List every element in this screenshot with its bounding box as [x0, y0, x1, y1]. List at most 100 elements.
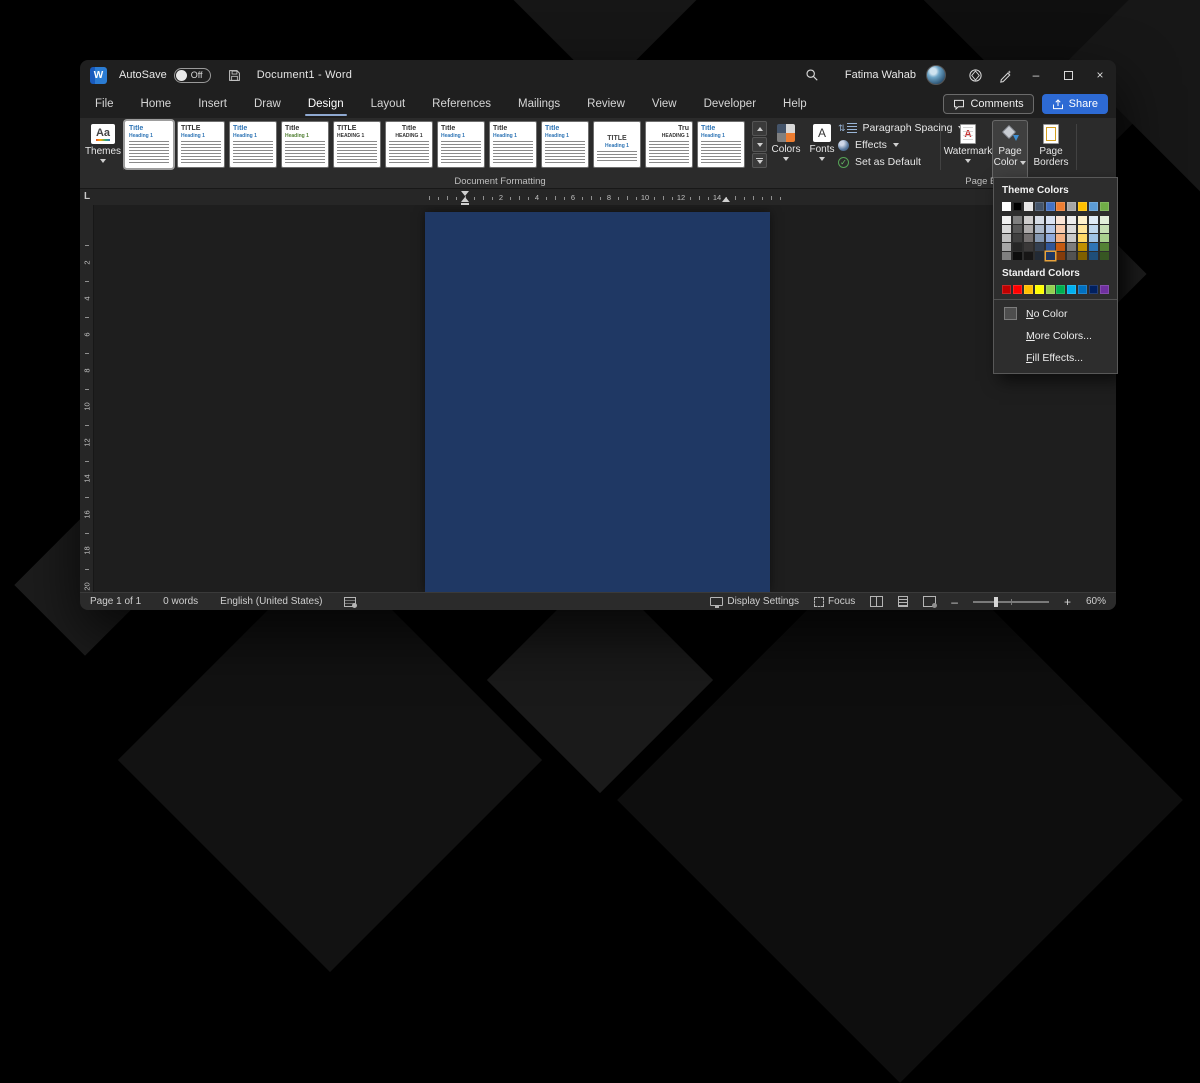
standard-color-swatch[interactable]	[1067, 285, 1076, 294]
style-set-thumbnail[interactable]: TitleHeading 1	[125, 121, 173, 168]
theme-variant-swatch[interactable]	[1067, 216, 1076, 224]
zoom-out-button[interactable]: –	[951, 595, 958, 609]
style-set-thumbnail[interactable]: TruHEADING 1	[645, 121, 693, 168]
comments-button[interactable]: Comments	[943, 94, 1033, 114]
theme-variant-swatch[interactable]	[1056, 252, 1065, 260]
theme-variant-swatch[interactable]	[1013, 243, 1022, 251]
theme-color-swatch[interactable]	[1024, 202, 1033, 211]
user-avatar[interactable]	[926, 65, 946, 85]
search-icon[interactable]	[797, 63, 827, 87]
theme-variant-swatch[interactable]	[1056, 216, 1065, 224]
document-canvas[interactable]: 2468101214161820	[80, 205, 1116, 592]
standard-color-swatch[interactable]	[1024, 285, 1033, 294]
tab-developer[interactable]: Developer	[703, 93, 757, 116]
theme-variant-swatch[interactable]	[1056, 243, 1065, 251]
style-set-thumbnail[interactable]: TITLEHeading 1	[593, 121, 641, 168]
theme-variant-swatch[interactable]	[1024, 216, 1033, 224]
style-set-thumbnail[interactable]: TitleHEADING 1	[385, 121, 433, 168]
theme-variant-swatch[interactable]	[1078, 225, 1087, 233]
theme-variant-swatch[interactable]	[1002, 252, 1011, 260]
standard-color-swatch[interactable]	[1002, 285, 1011, 294]
tab-view[interactable]: View	[651, 93, 678, 116]
theme-variant-swatch[interactable]	[1089, 234, 1098, 242]
theme-variant-swatch[interactable]	[1035, 234, 1044, 242]
theme-variant-swatch[interactable]	[1100, 216, 1109, 224]
theme-color-swatch[interactable]	[1078, 202, 1087, 211]
user-name[interactable]: Fatima Wahab	[845, 69, 916, 81]
theme-variant-swatch[interactable]	[1100, 252, 1109, 260]
style-set-thumbnail[interactable]: TITLEHeading 1	[177, 121, 225, 168]
theme-variant-swatch[interactable]	[1002, 234, 1011, 242]
rewards-icon[interactable]	[960, 63, 990, 87]
theme-variant-swatch[interactable]	[1024, 243, 1033, 251]
no-color-menu-item[interactable]: No Color	[994, 302, 1117, 325]
standard-color-swatch[interactable]	[1056, 285, 1065, 294]
theme-variant-swatch[interactable]	[1078, 243, 1087, 251]
gallery-more-button[interactable]	[752, 153, 767, 168]
close-button[interactable]: ×	[1084, 61, 1116, 89]
indent-marker-left[interactable]	[461, 191, 469, 206]
theme-variant-swatch[interactable]	[1056, 234, 1065, 242]
fill-effects-menu-item[interactable]: Fill Effects...	[994, 347, 1117, 369]
save-icon[interactable]	[223, 63, 247, 87]
theme-variant-swatch[interactable]	[1046, 243, 1055, 251]
theme-variant-swatch[interactable]	[1002, 216, 1011, 224]
theme-color-swatch[interactable]	[1046, 202, 1055, 211]
zoom-in-button[interactable]: +	[1064, 595, 1071, 609]
tab-file[interactable]: File	[94, 93, 115, 116]
theme-variant-swatch[interactable]	[1100, 234, 1109, 242]
page-borders-button[interactable]: PageBorders	[1030, 120, 1072, 180]
tab-layout[interactable]: Layout	[370, 93, 407, 116]
theme-variant-swatch[interactable]	[1067, 243, 1076, 251]
display-settings-button[interactable]: Display Settings	[710, 596, 799, 607]
theme-variant-swatch[interactable]	[1013, 216, 1022, 224]
theme-variant-swatch[interactable]	[1056, 225, 1065, 233]
tab-references[interactable]: References	[431, 93, 492, 116]
theme-variant-swatch[interactable]	[1024, 252, 1033, 260]
tab-review[interactable]: Review	[586, 93, 626, 116]
maximize-button[interactable]	[1052, 61, 1084, 89]
theme-variant-swatch[interactable]	[1024, 234, 1033, 242]
theme-variant-swatch[interactable]	[1089, 252, 1098, 260]
tab-help[interactable]: Help	[782, 93, 808, 116]
theme-variant-swatch[interactable]	[1089, 225, 1098, 233]
language-indicator[interactable]: English (United States)	[220, 596, 322, 607]
theme-variant-swatch[interactable]	[1013, 225, 1022, 233]
style-set-thumbnail[interactable]: TitleHeading 1	[697, 121, 745, 168]
tab-design[interactable]: Design	[307, 93, 345, 116]
standard-color-swatch[interactable]	[1089, 285, 1098, 294]
theme-variant-swatch[interactable]	[1089, 216, 1098, 224]
watermark-button[interactable]: A Watermark	[946, 120, 990, 180]
style-set-thumbnail[interactable]: TITLEHEADING 1	[333, 121, 381, 168]
theme-color-swatch[interactable]	[1067, 202, 1076, 211]
selected-color-swatch[interactable]	[1046, 252, 1055, 260]
standard-color-swatch[interactable]	[1035, 285, 1044, 294]
theme-variant-swatch[interactable]	[1078, 252, 1087, 260]
standard-color-swatch[interactable]	[1078, 285, 1087, 294]
page-color-button[interactable]: PageColor	[992, 120, 1028, 180]
zoom-level[interactable]: 60%	[1086, 596, 1106, 607]
web-layout-button[interactable]	[923, 596, 936, 607]
theme-color-swatch[interactable]	[1089, 202, 1098, 211]
theme-variant-swatch[interactable]	[1024, 225, 1033, 233]
theme-variant-swatch[interactable]	[1046, 216, 1055, 224]
share-button[interactable]: Share	[1042, 94, 1108, 114]
more-colors-menu-item[interactable]: More Colors...	[994, 325, 1117, 347]
style-set-thumbnail[interactable]: TitleHeading 1	[437, 121, 485, 168]
theme-variant-swatch[interactable]	[1035, 243, 1044, 251]
fonts-button[interactable]: A Fonts	[806, 120, 838, 180]
theme-color-swatch[interactable]	[1100, 202, 1109, 211]
tab-home[interactable]: Home	[140, 93, 173, 116]
theme-variant-swatch[interactable]	[1035, 252, 1044, 260]
theme-variant-swatch[interactable]	[1035, 216, 1044, 224]
theme-variant-swatch[interactable]	[1013, 234, 1022, 242]
theme-variant-swatch[interactable]	[1067, 225, 1076, 233]
read-mode-button[interactable]	[870, 596, 883, 607]
style-set-thumbnail[interactable]: TitleHeading 1	[541, 121, 589, 168]
standard-color-swatch[interactable]	[1100, 285, 1109, 294]
autosave-toggle[interactable]: Off	[174, 68, 211, 83]
tab-insert[interactable]: Insert	[197, 93, 228, 116]
themes-button[interactable]: Aa Themes	[84, 120, 122, 180]
word-count[interactable]: 0 words	[163, 596, 198, 607]
tab-mailings[interactable]: Mailings	[517, 93, 561, 116]
